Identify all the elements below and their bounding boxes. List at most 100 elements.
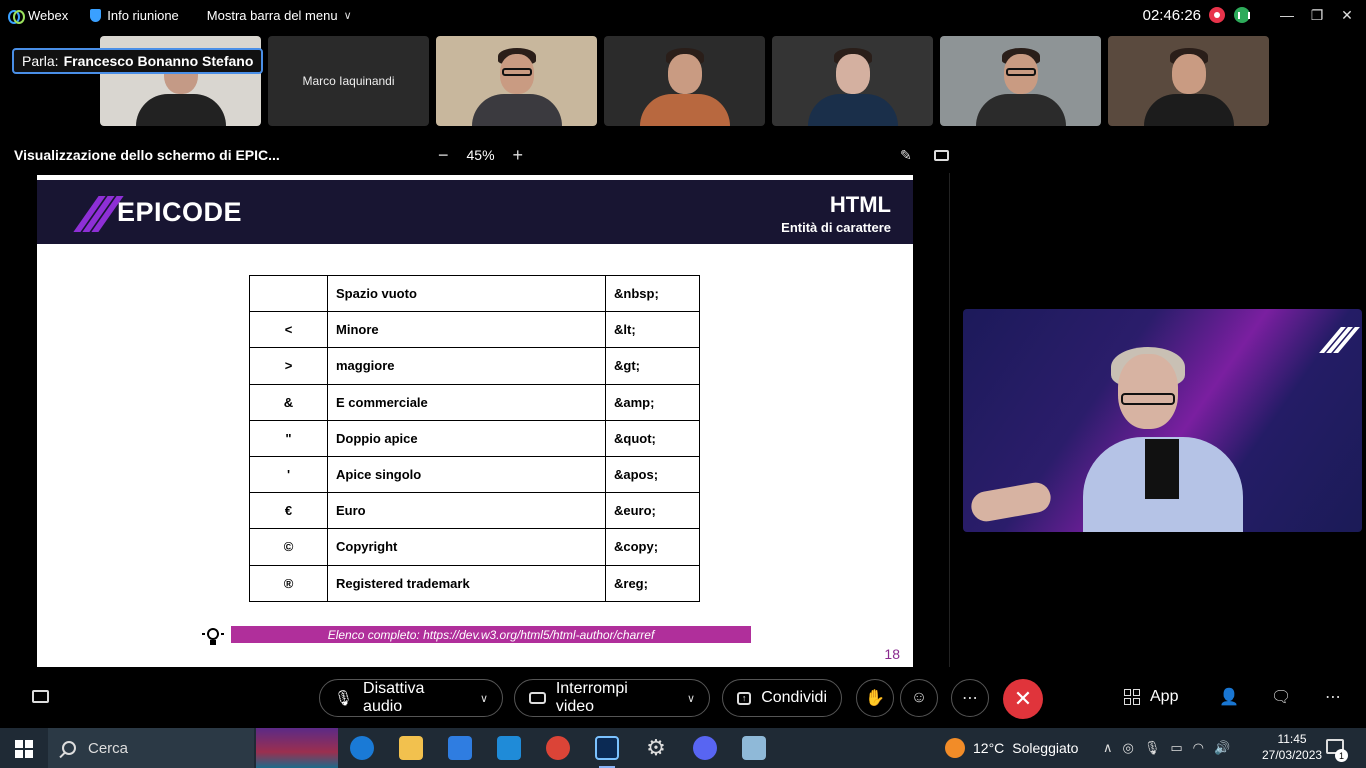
annotate-icon[interactable]: ✎ [900, 147, 912, 164]
symbol-cell: & [249, 383, 328, 421]
microsoft-store-icon[interactable] [448, 736, 472, 760]
raise-hand-icon[interactable]: ✋ [856, 679, 894, 717]
settings-gear-icon[interactable]: ⚙ [644, 736, 668, 760]
stop-video-button[interactable]: Interrompi video ∨ [514, 679, 710, 717]
name-cell: Minore [327, 311, 606, 349]
chat-icon[interactable]: 🗨 [1271, 687, 1291, 707]
weather-widget[interactable]: 12°C Soleggiato [945, 728, 1078, 768]
presenter-face [1118, 354, 1178, 429]
participant-video[interactable] [772, 36, 933, 126]
captions-icon[interactable] [32, 690, 49, 703]
meeting-info-button[interactable]: Info riunione [90, 8, 179, 23]
table-row: > maggiore &gt; [249, 347, 700, 385]
epicode-logo-icon [73, 196, 124, 232]
reactions-icon[interactable]: ☺ [900, 679, 938, 717]
network-stats-icon[interactable] [1234, 7, 1250, 23]
microphone-icon[interactable]: 🎙 [1144, 740, 1161, 756]
discord-icon[interactable] [693, 736, 717, 760]
entity-cell: &quot; [605, 419, 700, 457]
share-toolbar: Visualizzazione dello schermo di EPIC...… [0, 140, 960, 170]
participant-video[interactable] [940, 36, 1101, 126]
participant-video[interactable] [604, 36, 765, 126]
slide-brand: EPICODE [117, 197, 243, 227]
video-label: Interrompi video [555, 680, 628, 715]
webex-meeting-window: Webex Info riunione Mostra barra del men… [0, 0, 1366, 768]
symbol-cell: © [249, 528, 328, 566]
battery-icon[interactable]: ▭ [1170, 740, 1182, 756]
search-label: Cerca [88, 739, 129, 757]
table-row: < Minore &lt; [249, 311, 700, 349]
notification-badge: 1 [1335, 749, 1348, 762]
show-menu-bar-button[interactable]: Mostra barra del menu ∨ [207, 8, 352, 23]
epicode-logo-icon [1319, 327, 1360, 353]
apps-button[interactable]: App [1124, 688, 1178, 706]
wifi-icon[interactable]: ◠ [1193, 740, 1204, 756]
participant-body [639, 94, 730, 126]
entity-cell: &nbsp; [605, 274, 700, 313]
table-row: © Copyright &copy; [249, 528, 700, 566]
more-options-icon[interactable]: ⋯ [951, 679, 989, 717]
share-button[interactable]: ↑ Condividi [722, 679, 842, 717]
symbol-cell: € [249, 492, 328, 530]
zoom-out-icon[interactable]: − [438, 145, 449, 166]
entities-table: Spazio vuoto &nbsp; < Minore &lt; > maggiore… [249, 274, 700, 602]
sun-icon [945, 738, 965, 758]
zoom-level: 45% [466, 147, 495, 163]
table-row: ' Apice singolo &apos; [249, 455, 700, 494]
file-explorer-icon[interactable] [399, 736, 423, 760]
participant-video[interactable] [436, 36, 597, 126]
participant-body [1143, 94, 1234, 126]
notepad-icon[interactable] [742, 736, 766, 760]
mute-button[interactable]: 🎙 Disattiva audio ∨ [319, 679, 503, 717]
participant-face [835, 54, 870, 94]
webex-app-menu[interactable]: Webex [8, 8, 68, 24]
chevron-down-icon[interactable]: ∨ [480, 692, 488, 705]
minimize-icon[interactable]: — [1272, 0, 1302, 30]
participant-video[interactable] [1108, 36, 1269, 126]
clock-time: 11:45 [1277, 732, 1307, 746]
entity-cell: &apos; [605, 455, 700, 494]
table-row: Spazio vuoto &nbsp; [249, 274, 700, 313]
chevron-down-icon[interactable]: ∨ [687, 692, 695, 705]
name-cell: E commerciale [327, 383, 606, 421]
windows-start-icon[interactable] [15, 740, 33, 758]
pop-out-icon[interactable] [934, 149, 949, 161]
active-speaker-label: Parla: Francesco Bonanno Stefano [12, 48, 264, 74]
more-icon[interactable]: ⋯ [1325, 687, 1341, 707]
leave-meeting-button[interactable]: ✕ [1003, 679, 1043, 719]
table-row: " Doppio apice &quot; [249, 419, 700, 457]
slide-subheading: Entità di carattere [781, 220, 891, 235]
chevron-up-icon[interactable]: ∧ [1103, 740, 1113, 756]
recording-icon[interactable] [1209, 7, 1225, 23]
volume-icon[interactable]: 🔊 [1214, 740, 1230, 756]
presenter-video[interactable] [963, 309, 1362, 532]
mail-icon[interactable] [497, 736, 521, 760]
taskbar-clock[interactable]: 11:45 27/03/2023 [1262, 731, 1322, 763]
participant-glasses [1005, 68, 1036, 76]
presenter-hand [969, 480, 1053, 524]
zoom-in-icon[interactable]: + [513, 145, 524, 166]
meeting-controls: 🎙 Disattiva audio ∨ Interrompi video ∨ ↑… [0, 677, 1366, 719]
slide-heading: HTML [829, 192, 891, 217]
shield-icon [90, 8, 102, 22]
webex-logo-icon [8, 9, 25, 24]
taskbar-search[interactable]: Cerca [48, 728, 254, 768]
participant-face [667, 54, 702, 94]
restore-icon[interactable]: ❐ [1302, 0, 1332, 30]
webcam-icon[interactable]: ◎ [1123, 740, 1134, 756]
close-icon[interactable]: ✕ [1332, 0, 1362, 30]
edge-icon[interactable] [350, 736, 374, 760]
chrome-icon[interactable] [546, 736, 570, 760]
participant-name-tile[interactable]: Marco Iaquinandi [268, 36, 429, 126]
presenter-glasses [1121, 393, 1175, 405]
weather-temp: 12°C [973, 740, 1005, 756]
participants-icon[interactable]: 👤 [1219, 687, 1239, 707]
slide-header: EPICODE HTML Entità di carattere [37, 180, 913, 244]
speaker-prefix: Parla: [22, 53, 59, 69]
participant-body [807, 94, 898, 126]
webex-icon[interactable] [595, 736, 619, 760]
apps-label: App [1150, 688, 1179, 705]
weather-desc: Soleggiato [1012, 740, 1079, 756]
search-highlight-image[interactable] [256, 728, 338, 768]
symbol-cell: < [249, 311, 328, 349]
